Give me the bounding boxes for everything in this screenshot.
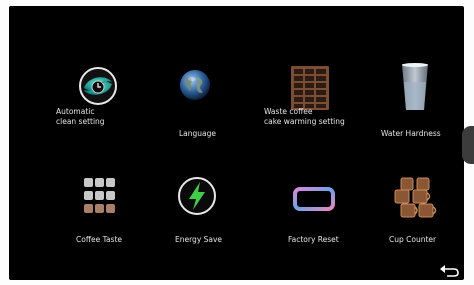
menu-item-label: Factory Reset: [288, 235, 339, 244]
coffee-cups-icon: [394, 177, 437, 218]
lightning-bolt-icon: [178, 177, 216, 215]
menu-item-cup-counter[interactable]: Cup Counter: [371, 176, 464, 266]
menu-item-label: Automatic clean setting: [56, 107, 105, 126]
menu-item-water-hardness[interactable]: Water Hardness: [371, 63, 464, 156]
menu-item-label: Waste coffee cake warming setting: [264, 107, 345, 126]
menu-item-automatic-clean[interactable]: Automatic clean setting: [56, 66, 161, 156]
reset-frame-icon: [293, 187, 335, 211]
side-panel-tab[interactable]: [462, 126, 474, 164]
menu-item-waste-coffee-cake-warming[interactable]: Waste coffee cake warming setting: [264, 66, 364, 156]
menu-item-label: Energy Save: [175, 235, 223, 244]
menu-item-label: Water Hardness: [381, 129, 441, 138]
grid-dots-icon: [84, 178, 115, 213]
back-arrow-icon[interactable]: [439, 264, 461, 278]
settings-screen: Automatic clean setting Language Waste c…: [9, 6, 464, 280]
coffee-grounds-container-icon: [291, 66, 329, 110]
menu-item-label: Cup Counter: [389, 235, 437, 244]
menu-item-factory-reset[interactable]: Factory Reset: [264, 176, 364, 266]
menu-item-label: Language: [179, 129, 217, 138]
globe-icon: [180, 70, 210, 100]
menu-item-label: Coffee Taste: [76, 235, 123, 244]
menu-item-language[interactable]: Language: [157, 66, 257, 156]
menu-item-energy-save[interactable]: Energy Save: [157, 176, 257, 266]
clean-setting-icon: [79, 67, 117, 105]
water-glass-icon: [402, 63, 428, 110]
menu-item-coffee-taste[interactable]: Coffee Taste: [61, 176, 161, 266]
